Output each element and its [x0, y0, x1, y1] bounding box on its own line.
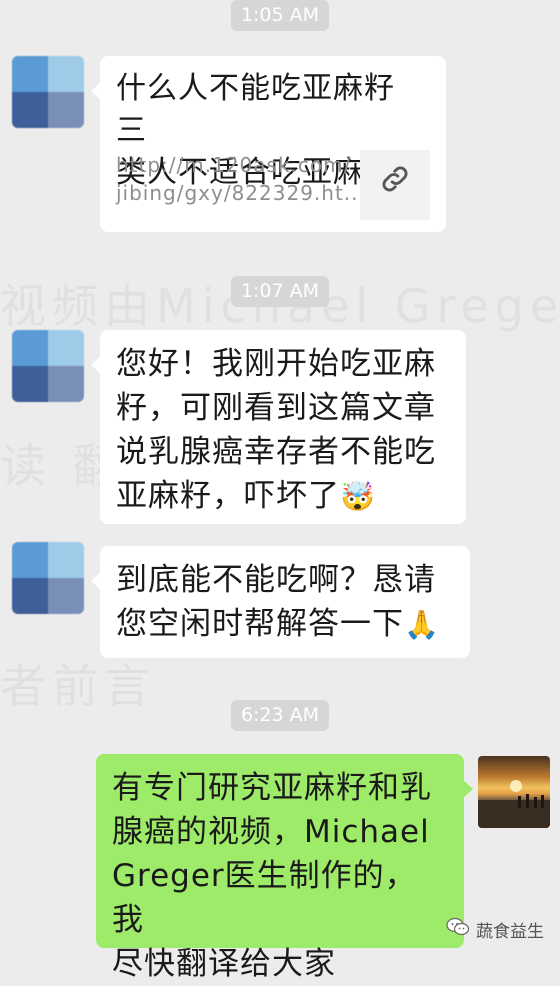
link-card-message[interactable]: 什么人不能吃亚麻籽 三 类人不适合吃亚麻籽... http://m.120ask…	[91, 56, 446, 232]
message-line: 尽快翻译给大家	[112, 946, 336, 982]
watermark-line-3: 者前言	[0, 659, 156, 713]
message-line: 有专门研究亚麻籽和乳	[112, 770, 432, 806]
message-line: 您好！我刚开始吃亚麻	[116, 346, 436, 382]
exploding-head-emoji: 🤯	[340, 480, 376, 513]
message-bubble[interactable]: 您好！我刚开始吃亚麻 籽，可刚看到这篇文章 说乳腺癌幸存者不能吃 亚麻籽，吓坏了…	[91, 330, 466, 524]
link-thumbnail	[360, 150, 430, 220]
message-line: 您空闲时帮解答一下🙏	[116, 606, 440, 642]
timestamp-1: 1:05 AM	[230, 0, 330, 31]
message-line: 籽，可刚看到这篇文章	[116, 390, 436, 426]
link-url-line-2: jibing/gxy/822329.ht...	[116, 181, 366, 205]
link-url-line-1: http://m.120ask.com/	[116, 153, 352, 177]
avatar-contact[interactable]	[12, 542, 84, 614]
message-bubble[interactable]: 到底能不能吃啊？恳请 您空闲时帮解答一下🙏	[91, 546, 470, 658]
message-line: Greger医生制作的，我	[112, 858, 417, 938]
timestamp-2: 1:07 AM	[230, 276, 330, 307]
timestamp-3: 6:23 AM	[230, 700, 330, 731]
sent-message-bubble[interactable]: 有专门研究亚麻籽和乳 腺癌的视频，Michael Greger医生制作的，我 尽…	[96, 754, 473, 982]
link-icon	[378, 162, 412, 208]
message-line: 到底能不能吃啊？恳请	[116, 562, 436, 598]
folded-hands-emoji: 🙏	[404, 608, 440, 641]
avatar-contact[interactable]	[12, 56, 84, 128]
brand-watermark: 蔬食益生	[446, 917, 544, 942]
brand-label: 蔬食益生	[476, 922, 544, 942]
message-line: 说乳腺癌幸存者不能吃	[116, 434, 436, 470]
wechat-icon	[446, 917, 470, 942]
avatar-contact[interactable]	[12, 330, 84, 402]
link-title-line-1: 什么人不能吃亚麻籽 三	[116, 71, 395, 148]
avatar-self[interactable]	[478, 756, 550, 828]
message-line: 亚麻籽，吓坏了🤯	[116, 478, 376, 514]
message-line: 腺癌的视频，Michael	[112, 814, 430, 850]
